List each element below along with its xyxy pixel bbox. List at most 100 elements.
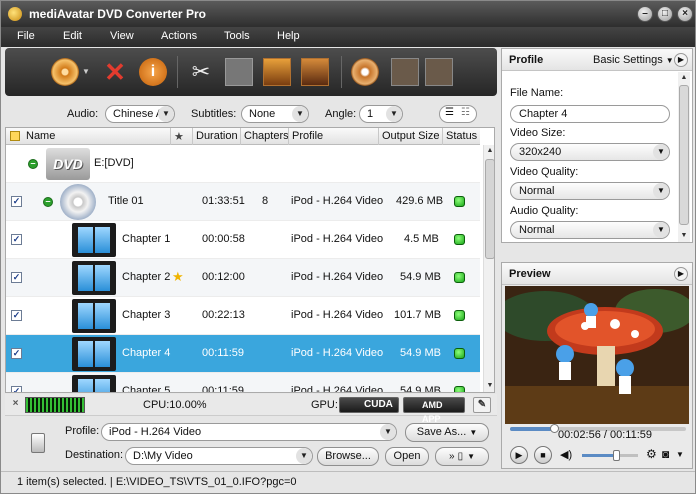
- scroll-down-icon[interactable]: ▼: [678, 230, 690, 242]
- row-name: Chapter 1: [122, 233, 171, 245]
- col-status[interactable]: Status: [446, 130, 477, 142]
- cuda-button[interactable]: CUDA: [339, 397, 399, 413]
- chapter-thumbnail-icon: [72, 375, 116, 392]
- star-icon[interactable]: ★: [172, 269, 184, 285]
- video-quality-select[interactable]: Normal ▼: [510, 182, 670, 200]
- select-all-checkbox[interactable]: [10, 131, 20, 141]
- pause-icon[interactable]: [391, 58, 419, 86]
- volume-slider[interactable]: [582, 450, 638, 461]
- volume-handle[interactable]: [612, 450, 620, 461]
- snapshot-folder-icon[interactable]: ⚙: [646, 447, 657, 461]
- subtitles-select[interactable]: None ▼: [241, 105, 309, 123]
- chevron-right-icon[interactable]: ▶: [674, 53, 688, 67]
- clip-icon[interactable]: ✂: [187, 58, 215, 86]
- col-output-size[interactable]: Output Size: [382, 130, 439, 142]
- destination-select[interactable]: D:\My Video ▼: [125, 447, 313, 465]
- app-logo-icon: [8, 7, 22, 21]
- volume-icon[interactable]: ◀): [560, 448, 572, 461]
- video-size-select[interactable]: 320x240 ▼: [510, 143, 670, 161]
- list-view-icon[interactable]: ☰: [445, 106, 454, 121]
- source-row[interactable]: – DVD E:[DVD]: [6, 145, 480, 183]
- row-checkbox[interactable]: ✓: [11, 272, 22, 283]
- row-profile: iPod - H.264 Video: [291, 271, 384, 283]
- basic-settings-menu[interactable]: Basic Settings ▼: [593, 54, 674, 66]
- scroll-up-icon[interactable]: ▲: [678, 72, 690, 84]
- title-table: Name ★ Duration Chapters Profile Output …: [5, 127, 495, 393]
- browse-button[interactable]: Browse...: [317, 447, 379, 466]
- scroll-thumb[interactable]: [485, 159, 494, 259]
- remove-icon[interactable]: ✕: [101, 58, 129, 86]
- open-button[interactable]: Open: [385, 447, 429, 466]
- status-ok-icon: [454, 310, 465, 321]
- file-name-input[interactable]: Chapter 4: [510, 105, 670, 123]
- collapse-icon[interactable]: –: [43, 197, 53, 207]
- collapse-icon[interactable]: –: [28, 159, 38, 169]
- audio-quality-label: Audio Quality:: [510, 205, 579, 217]
- convert-icon[interactable]: [351, 58, 379, 86]
- row-checkbox[interactable]: ✓: [11, 348, 22, 359]
- amd-app-button[interactable]: AMD APP: [403, 397, 465, 424]
- convert-to-device-button[interactable]: » ▯ ▼: [435, 447, 489, 466]
- table-row[interactable]: ✓ Chapter 1 00:00:58 iPod - H.264 Video …: [6, 221, 480, 259]
- col-star[interactable]: ★: [174, 130, 184, 143]
- col-profile[interactable]: Profile: [292, 130, 323, 142]
- view-toggle[interactable]: ☰ ☷: [439, 105, 477, 123]
- status-bar: 1 item(s) selected. | E:\VIDEO_TS\VTS_01…: [1, 471, 695, 493]
- chevron-down-icon[interactable]: ▼: [676, 450, 684, 459]
- chevron-right-icon[interactable]: ▶: [674, 267, 688, 281]
- menu-edit[interactable]: Edit: [63, 30, 82, 42]
- video-quality-label: Video Quality:: [510, 166, 579, 178]
- angle-select[interactable]: 1 ▼: [359, 105, 403, 123]
- row-duration: 00:22:13: [202, 309, 245, 321]
- table-row[interactable]: ✓ Chapter 2 ★ 00:12:00 iPod - H.264 Vide…: [6, 259, 480, 297]
- scroll-down-icon[interactable]: ▼: [484, 380, 494, 392]
- minimize-icon[interactable]: –: [637, 6, 653, 22]
- load-dvd-icon[interactable]: [51, 58, 79, 86]
- table-row[interactable]: ✓ Chapter 3 00:22:13 iPod - H.264 Video …: [6, 297, 480, 335]
- chapter-icon[interactable]: [263, 58, 291, 86]
- audio-select[interactable]: Chinese AC ▼: [105, 105, 175, 123]
- table-scrollbar[interactable]: ▲ ▼: [483, 145, 494, 392]
- row-checkbox[interactable]: ✓: [11, 310, 22, 321]
- menu-help[interactable]: Help: [277, 30, 300, 42]
- info-icon[interactable]: i: [139, 58, 167, 86]
- menu-file[interactable]: File: [17, 30, 35, 42]
- menu-tools[interactable]: Tools: [224, 30, 250, 42]
- merge-icon[interactable]: [225, 58, 253, 86]
- toolbar-separator: [177, 56, 178, 88]
- save-as-button[interactable]: Save As... ▼: [405, 423, 489, 442]
- close-icon[interactable]: ×: [677, 6, 693, 22]
- stop-playback-icon[interactable]: ■: [534, 446, 552, 464]
- volume-level: [582, 454, 616, 457]
- play-icon[interactable]: ▶: [510, 446, 528, 464]
- row-name: Chapter 3: [122, 309, 171, 321]
- table-row[interactable]: ✓ Chapter 5 00:11:59 iPod - H.264 Video …: [6, 373, 480, 392]
- wrench-icon[interactable]: ✎: [473, 397, 491, 413]
- row-checkbox[interactable]: ✓: [11, 386, 22, 392]
- profile-select[interactable]: iPod - H.264 Video ▼: [101, 423, 397, 441]
- menu-bar: File Edit View Actions Tools Help: [1, 27, 695, 47]
- table-row[interactable]: ✓ – Title 01 01:33:51 8 iPod - H.264 Vid…: [6, 183, 480, 221]
- maximize-icon[interactable]: □: [657, 6, 673, 22]
- status-ok-icon: [454, 348, 465, 359]
- menu-actions[interactable]: Actions: [161, 30, 197, 42]
- audio-quality-select[interactable]: Normal ▼: [510, 221, 670, 239]
- row-checkbox[interactable]: ✓: [11, 196, 22, 207]
- stop-icon[interactable]: [425, 58, 453, 86]
- detail-view-icon[interactable]: ☷: [461, 106, 470, 121]
- table-row-selected[interactable]: ✓ Chapter 4 00:11:59 iPod - H.264 Video …: [6, 335, 480, 373]
- load-dropdown-icon[interactable]: ▼: [82, 58, 92, 86]
- scroll-thumb[interactable]: [679, 85, 689, 225]
- col-duration[interactable]: Duration: [196, 130, 238, 142]
- col-chapters[interactable]: Chapters: [244, 130, 289, 142]
- status-ok-icon: [454, 234, 465, 245]
- row-checkbox[interactable]: ✓: [11, 234, 22, 245]
- effect-icon[interactable]: [301, 58, 329, 86]
- camera-icon[interactable]: ◙: [662, 447, 669, 461]
- menu-view[interactable]: View: [110, 30, 134, 42]
- profile-scrollbar[interactable]: ▲ ▼: [678, 72, 690, 242]
- scroll-up-icon[interactable]: ▲: [484, 145, 494, 157]
- close-graph-icon[interactable]: ×: [10, 399, 21, 410]
- chapter-thumbnail-icon: [72, 223, 116, 257]
- col-name[interactable]: Name: [26, 130, 55, 142]
